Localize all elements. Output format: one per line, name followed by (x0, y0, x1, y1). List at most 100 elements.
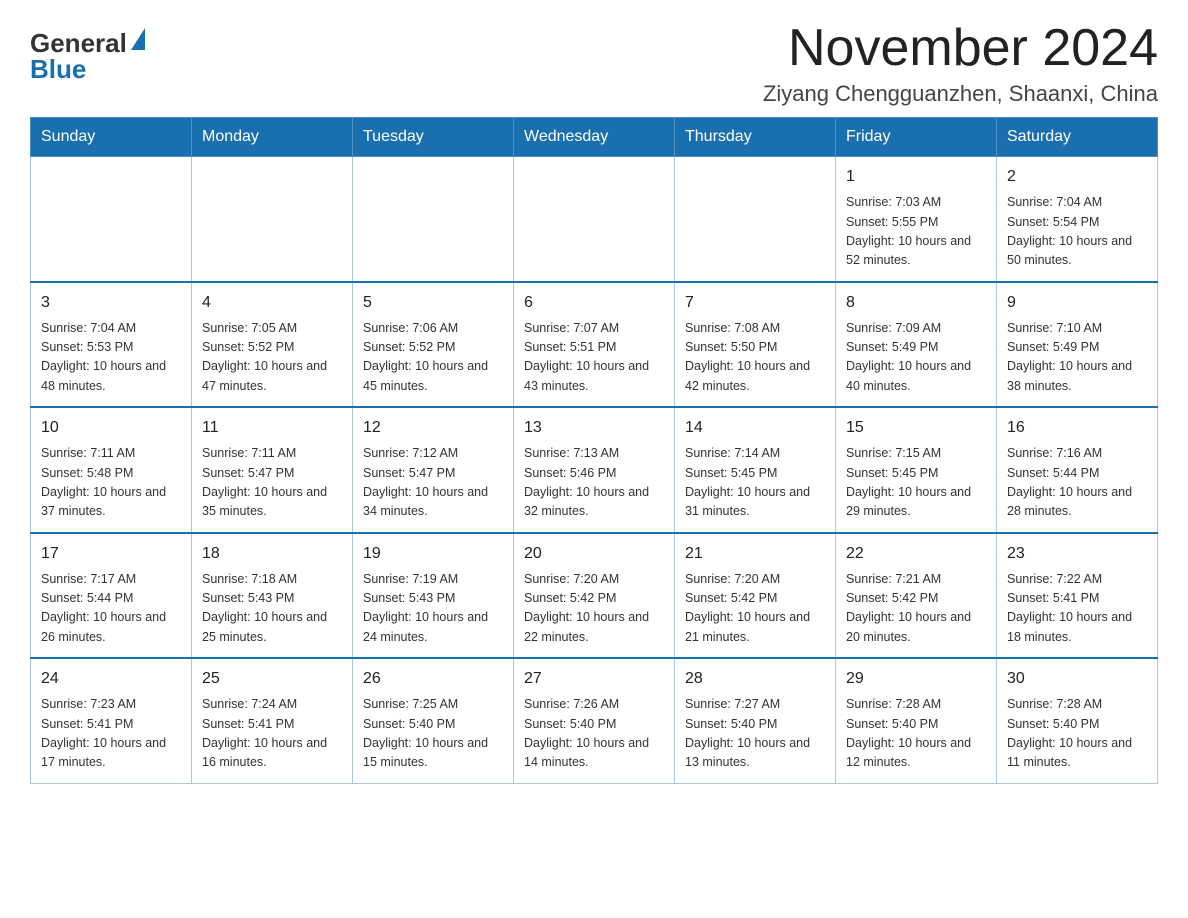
calendar-day-cell (31, 157, 192, 282)
calendar-day-cell: 10 Sunrise: 7:11 AMSunset: 5:48 PMDayligh… (31, 407, 192, 533)
day-info: Sunrise: 7:28 AMSunset: 5:40 PMDaylight:… (1007, 695, 1147, 773)
day-info: Sunrise: 7:15 AMSunset: 5:45 PMDaylight:… (846, 444, 986, 522)
day-number: 14 (685, 416, 825, 440)
calendar-day-cell: 29 Sunrise: 7:28 AMSunset: 5:40 PMDayligh… (836, 658, 997, 783)
calendar-header-row: SundayMondayTuesdayWednesdayThursdayFrid… (31, 118, 1158, 157)
day-number: 21 (685, 542, 825, 566)
day-info: Sunrise: 7:17 AMSunset: 5:44 PMDaylight:… (41, 570, 181, 648)
calendar-day-cell: 14Sunrise: 7:14 AMSunset: 5:45 PMDayligh… (675, 407, 836, 533)
day-number: 27 (524, 667, 664, 691)
calendar-day-cell: 25 Sunrise: 7:24 AMSunset: 5:41 PMDayligh… (192, 658, 353, 783)
calendar-day-cell: 18 Sunrise: 7:18 AMSunset: 5:43 PMDayligh… (192, 533, 353, 659)
calendar-day-cell: 1 Sunrise: 7:03 AMSunset: 5:55 PMDaylight… (836, 157, 997, 282)
calendar-day-cell: 21Sunrise: 7:20 AMSunset: 5:42 PMDayligh… (675, 533, 836, 659)
day-info: Sunrise: 7:28 AMSunset: 5:40 PMDaylight:… (846, 695, 986, 773)
logo-general: General (30, 30, 127, 56)
calendar-week-row: 1 Sunrise: 7:03 AMSunset: 5:55 PMDaylight… (31, 157, 1158, 282)
day-number: 25 (202, 667, 342, 691)
day-number: 3 (41, 291, 181, 315)
page-header: General Blue November 2024 Ziyang Chengg… (30, 20, 1158, 107)
day-number: 7 (685, 291, 825, 315)
day-info: Sunrise: 7:03 AMSunset: 5:55 PMDaylight:… (846, 193, 986, 271)
day-number: 24 (41, 667, 181, 691)
calendar-day-cell: 6Sunrise: 7:07 AMSunset: 5:51 PMDaylight… (514, 282, 675, 408)
calendar-day-cell: 12 Sunrise: 7:12 AMSunset: 5:47 PMDayligh… (353, 407, 514, 533)
day-info: Sunrise: 7:22 AMSunset: 5:41 PMDaylight:… (1007, 570, 1147, 648)
calendar-week-row: 3 Sunrise: 7:04 AMSunset: 5:53 PMDaylight… (31, 282, 1158, 408)
calendar-day-cell: 9 Sunrise: 7:10 AMSunset: 5:49 PMDaylight… (997, 282, 1158, 408)
calendar-day-cell: 4 Sunrise: 7:05 AMSunset: 5:52 PMDaylight… (192, 282, 353, 408)
day-info: Sunrise: 7:23 AMSunset: 5:41 PMDaylight:… (41, 695, 181, 773)
calendar-day-cell (675, 157, 836, 282)
day-number: 15 (846, 416, 986, 440)
calendar-day-cell: 17Sunrise: 7:17 AMSunset: 5:44 PMDayligh… (31, 533, 192, 659)
calendar-day-cell: 23 Sunrise: 7:22 AMSunset: 5:41 PMDayligh… (997, 533, 1158, 659)
day-info: Sunrise: 7:05 AMSunset: 5:52 PMDaylight:… (202, 319, 342, 397)
day-number: 10 (41, 416, 181, 440)
weekday-header: Wednesday (514, 118, 675, 157)
logo: General Blue (30, 30, 145, 82)
day-info: Sunrise: 7:11 AMSunset: 5:48 PMDaylight:… (41, 444, 181, 522)
day-number: 5 (363, 291, 503, 315)
day-number: 11 (202, 416, 342, 440)
day-info: Sunrise: 7:21 AMSunset: 5:42 PMDaylight:… (846, 570, 986, 648)
location: Ziyang Chengguanzhen, Shaanxi, China (763, 81, 1158, 107)
calendar-day-cell: 5Sunrise: 7:06 AMSunset: 5:52 PMDaylight… (353, 282, 514, 408)
month-title: November 2024 (763, 20, 1158, 77)
day-number: 28 (685, 667, 825, 691)
day-info: Sunrise: 7:12 AMSunset: 5:47 PMDaylight:… (363, 444, 503, 522)
day-number: 18 (202, 542, 342, 566)
calendar-day-cell: 16Sunrise: 7:16 AMSunset: 5:44 PMDayligh… (997, 407, 1158, 533)
day-number: 29 (846, 667, 986, 691)
day-number: 6 (524, 291, 664, 315)
day-info: Sunrise: 7:04 AMSunset: 5:53 PMDaylight:… (41, 319, 181, 397)
day-number: 30 (1007, 667, 1147, 691)
day-info: Sunrise: 7:20 AMSunset: 5:42 PMDaylight:… (524, 570, 664, 648)
calendar-day-cell (514, 157, 675, 282)
day-info: Sunrise: 7:27 AMSunset: 5:40 PMDaylight:… (685, 695, 825, 773)
weekday-header: Saturday (997, 118, 1158, 157)
calendar-day-cell: 19 Sunrise: 7:19 AMSunset: 5:43 PMDayligh… (353, 533, 514, 659)
calendar-day-cell (353, 157, 514, 282)
day-info: Sunrise: 7:04 AMSunset: 5:54 PMDaylight:… (1007, 193, 1147, 271)
day-number: 4 (202, 291, 342, 315)
day-number: 1 (846, 165, 986, 189)
calendar-day-cell: 26 Sunrise: 7:25 AMSunset: 5:40 PMDayligh… (353, 658, 514, 783)
day-number: 23 (1007, 542, 1147, 566)
calendar-day-cell: 28 Sunrise: 7:27 AMSunset: 5:40 PMDayligh… (675, 658, 836, 783)
calendar-week-row: 17Sunrise: 7:17 AMSunset: 5:44 PMDayligh… (31, 533, 1158, 659)
weekday-header: Friday (836, 118, 997, 157)
title-block: November 2024 Ziyang Chengguanzhen, Shaa… (763, 20, 1158, 107)
calendar-day-cell: 3 Sunrise: 7:04 AMSunset: 5:53 PMDaylight… (31, 282, 192, 408)
day-number: 26 (363, 667, 503, 691)
day-number: 2 (1007, 165, 1147, 189)
day-number: 9 (1007, 291, 1147, 315)
calendar-day-cell: 11Sunrise: 7:11 AMSunset: 5:47 PMDayligh… (192, 407, 353, 533)
calendar-week-row: 10 Sunrise: 7:11 AMSunset: 5:48 PMDayligh… (31, 407, 1158, 533)
calendar-day-cell: 27 Sunrise: 7:26 AMSunset: 5:40 PMDayligh… (514, 658, 675, 783)
day-info: Sunrise: 7:26 AMSunset: 5:40 PMDaylight:… (524, 695, 664, 773)
calendar-day-cell: 7 Sunrise: 7:08 AMSunset: 5:50 PMDaylight… (675, 282, 836, 408)
day-number: 22 (846, 542, 986, 566)
weekday-header: Sunday (31, 118, 192, 157)
day-info: Sunrise: 7:19 AMSunset: 5:43 PMDaylight:… (363, 570, 503, 648)
day-info: Sunrise: 7:13 AMSunset: 5:46 PMDaylight:… (524, 444, 664, 522)
calendar-week-row: 24 Sunrise: 7:23 AMSunset: 5:41 PMDayligh… (31, 658, 1158, 783)
calendar-day-cell: 13Sunrise: 7:13 AMSunset: 5:46 PMDayligh… (514, 407, 675, 533)
calendar-day-cell: 15 Sunrise: 7:15 AMSunset: 5:45 PMDayligh… (836, 407, 997, 533)
day-number: 8 (846, 291, 986, 315)
day-number: 20 (524, 542, 664, 566)
day-info: Sunrise: 7:18 AMSunset: 5:43 PMDaylight:… (202, 570, 342, 648)
day-info: Sunrise: 7:16 AMSunset: 5:44 PMDaylight:… (1007, 444, 1147, 522)
day-info: Sunrise: 7:09 AMSunset: 5:49 PMDaylight:… (846, 319, 986, 397)
day-info: Sunrise: 7:25 AMSunset: 5:40 PMDaylight:… (363, 695, 503, 773)
day-number: 12 (363, 416, 503, 440)
day-info: Sunrise: 7:08 AMSunset: 5:50 PMDaylight:… (685, 319, 825, 397)
calendar-day-cell: 24 Sunrise: 7:23 AMSunset: 5:41 PMDayligh… (31, 658, 192, 783)
calendar-day-cell: 8 Sunrise: 7:09 AMSunset: 5:49 PMDaylight… (836, 282, 997, 408)
weekday-header: Tuesday (353, 118, 514, 157)
calendar-day-cell: 20 Sunrise: 7:20 AMSunset: 5:42 PMDayligh… (514, 533, 675, 659)
day-number: 19 (363, 542, 503, 566)
day-info: Sunrise: 7:10 AMSunset: 5:49 PMDaylight:… (1007, 319, 1147, 397)
day-info: Sunrise: 7:24 AMSunset: 5:41 PMDaylight:… (202, 695, 342, 773)
